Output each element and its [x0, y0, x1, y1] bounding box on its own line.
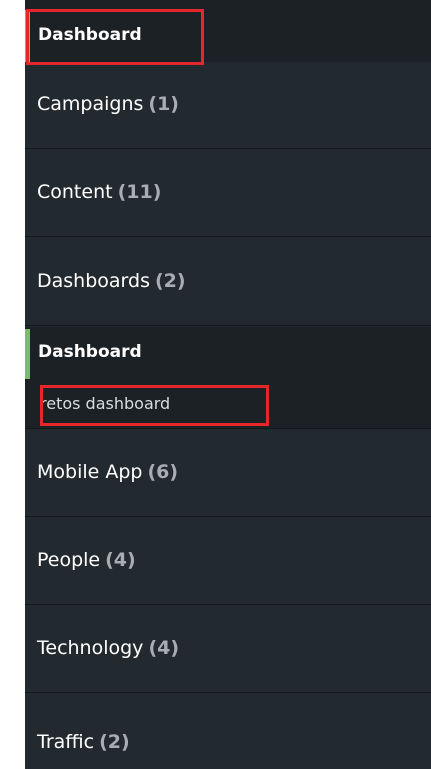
highlight-box-retos-dashboard — [40, 385, 269, 426]
menu-item-label: Mobile App (6) — [37, 461, 179, 483]
item-count: (2) — [154, 270, 186, 292]
dashboards-submenu-label: Dashboard — [38, 342, 142, 362]
item-count: (6) — [147, 461, 179, 483]
menu-item-mobile-app[interactable]: Mobile App (6) — [25, 430, 431, 517]
item-count: (4) — [105, 549, 136, 571]
active-indicator — [25, 329, 30, 379]
menu-item-content[interactable]: Content (11) — [25, 150, 431, 237]
item-count: (2) — [99, 731, 130, 753]
item-count: (4) — [148, 637, 180, 659]
menu-item-label: Traffic (2) — [37, 731, 130, 753]
dashboards-submenu-header[interactable]: Dashboard — [25, 327, 431, 379]
item-count: (11) — [117, 181, 162, 203]
menu-item-traffic[interactable]: Traffic (2) — [25, 694, 431, 769]
item-count: (1) — [148, 93, 179, 115]
menu-item-dashboards[interactable]: Dashboards (2) — [25, 239, 431, 326]
menu-item-technology[interactable]: Technology (4) — [25, 606, 431, 693]
menu-item-label: Content (11) — [37, 181, 162, 203]
menu-item-label: Campaigns (1) — [37, 93, 179, 115]
menu-item-label: Technology (4) — [37, 637, 180, 659]
highlight-box-dashboard — [26, 9, 204, 65]
menu-item-campaigns[interactable]: Campaigns (1) — [25, 62, 431, 149]
menu-item-label: People (4) — [37, 549, 136, 571]
menu-item-label: Dashboards (2) — [37, 270, 186, 292]
menu-item-people[interactable]: People (4) — [25, 518, 431, 605]
